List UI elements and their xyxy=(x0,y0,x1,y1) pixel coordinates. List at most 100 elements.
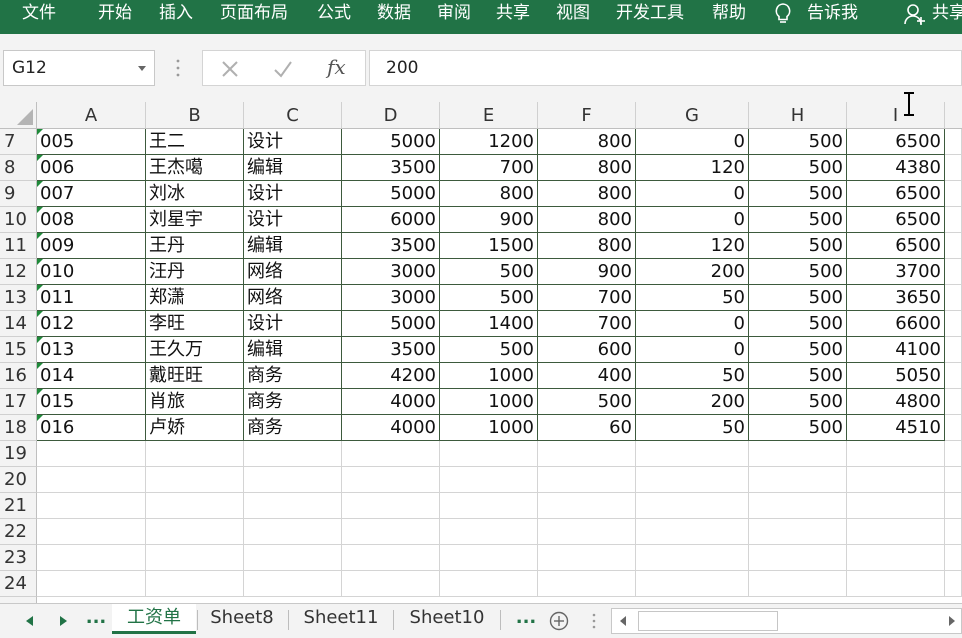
table-cell[interactable] xyxy=(945,337,962,363)
horizontal-scrollbar[interactable] xyxy=(611,608,962,634)
table-cell[interactable]: 500 xyxy=(749,285,847,311)
table-cell[interactable] xyxy=(945,467,962,493)
table-cell[interactable] xyxy=(847,519,945,545)
table-cell[interactable]: 3500 xyxy=(342,155,440,181)
table-cell[interactable]: 500 xyxy=(749,259,847,285)
table-cell[interactable]: 网络 xyxy=(244,259,342,285)
scroll-left-arrow-icon[interactable] xyxy=(619,616,627,626)
table-cell[interactable] xyxy=(945,389,962,415)
table-cell[interactable]: 800 xyxy=(440,181,538,207)
table-cell[interactable]: 编辑 xyxy=(244,233,342,259)
table-cell[interactable]: 设计 xyxy=(244,181,342,207)
table-cell[interactable]: 700 xyxy=(440,155,538,181)
insert-function-icon[interactable]: fx xyxy=(327,55,346,79)
table-cell[interactable] xyxy=(945,207,962,233)
table-cell[interactable] xyxy=(945,311,962,337)
table-cell[interactable]: 500 xyxy=(749,155,847,181)
table-cell[interactable]: 012 xyxy=(37,311,146,337)
table-cell[interactable]: 600 xyxy=(538,337,636,363)
table-cell[interactable]: 006 xyxy=(37,155,146,181)
row-header[interactable]: 15 xyxy=(0,337,37,363)
table-cell[interactable]: 0 xyxy=(636,207,749,233)
error-indicator-icon[interactable] xyxy=(37,415,43,421)
table-cell[interactable]: 设计 xyxy=(244,311,342,337)
table-cell[interactable]: 500 xyxy=(749,363,847,389)
row-header[interactable]: 21 xyxy=(0,493,37,519)
table-cell[interactable]: 011 xyxy=(37,285,146,311)
tab-view[interactable]: 视图 xyxy=(556,2,590,24)
column-header-j[interactable] xyxy=(945,102,962,129)
table-cell[interactable]: 设计 xyxy=(244,129,342,155)
tab-data[interactable]: 数据 xyxy=(377,2,411,24)
table-cell[interactable] xyxy=(37,441,146,467)
table-cell[interactable] xyxy=(945,519,962,545)
table-cell[interactable]: 400 xyxy=(538,363,636,389)
table-cell[interactable]: 王杰噶 xyxy=(146,155,244,181)
error-indicator-icon[interactable] xyxy=(37,233,43,239)
table-cell[interactable] xyxy=(342,441,440,467)
table-cell[interactable] xyxy=(440,571,538,597)
table-cell[interactable] xyxy=(146,519,244,545)
table-cell[interactable] xyxy=(342,467,440,493)
table-cell[interactable]: 120 xyxy=(636,155,749,181)
table-cell[interactable]: 1000 xyxy=(440,415,538,441)
row-header[interactable]: 7 xyxy=(0,129,37,155)
error-indicator-icon[interactable] xyxy=(37,129,43,135)
scroll-left-icon[interactable] xyxy=(22,613,36,629)
table-cell[interactable]: 4200 xyxy=(342,363,440,389)
table-cell[interactable] xyxy=(440,441,538,467)
table-cell[interactable]: 0 xyxy=(636,129,749,155)
tell-me-box[interactable]: 告诉我 xyxy=(807,2,858,24)
row-header[interactable]: 14 xyxy=(0,311,37,337)
table-cell[interactable] xyxy=(440,493,538,519)
row-header[interactable]: 9 xyxy=(0,181,37,207)
table-cell[interactable]: 4380 xyxy=(847,155,945,181)
row-header[interactable]: 20 xyxy=(0,467,37,493)
table-cell[interactable] xyxy=(847,467,945,493)
more-sheets-right[interactable]: ... xyxy=(514,604,538,634)
table-cell[interactable] xyxy=(146,467,244,493)
table-cell[interactable]: 500 xyxy=(440,259,538,285)
table-cell[interactable] xyxy=(749,493,847,519)
table-cell[interactable] xyxy=(636,467,749,493)
table-cell[interactable] xyxy=(440,519,538,545)
table-cell[interactable] xyxy=(342,519,440,545)
scrollbar-thumb[interactable] xyxy=(638,611,778,631)
tab-developer[interactable]: 开发工具 xyxy=(616,2,684,24)
tab-insert[interactable]: 插入 xyxy=(159,2,193,24)
table-cell[interactable] xyxy=(538,571,636,597)
table-cell[interactable]: 6500 xyxy=(847,181,945,207)
table-cell[interactable] xyxy=(538,467,636,493)
table-cell[interactable]: 郑潇 xyxy=(146,285,244,311)
row-header[interactable]: 23 xyxy=(0,545,37,571)
table-cell[interactable]: 500 xyxy=(749,207,847,233)
sheet-tab-sheet8[interactable]: Sheet8 xyxy=(198,604,286,634)
table-cell[interactable] xyxy=(749,571,847,597)
table-cell[interactable]: 4510 xyxy=(847,415,945,441)
table-cell[interactable]: 6500 xyxy=(847,207,945,233)
table-cell[interactable] xyxy=(749,467,847,493)
share-button[interactable]: 共享 xyxy=(932,2,962,24)
table-cell[interactable]: 50 xyxy=(636,363,749,389)
table-cell[interactable]: 50 xyxy=(636,285,749,311)
error-indicator-icon[interactable] xyxy=(37,155,43,161)
table-cell[interactable] xyxy=(244,441,342,467)
table-cell[interactable]: 500 xyxy=(749,129,847,155)
row-header[interactable]: 24 xyxy=(0,571,37,597)
table-cell[interactable] xyxy=(749,441,847,467)
table-cell[interactable]: 008 xyxy=(37,207,146,233)
column-header-i[interactable]: I xyxy=(847,102,945,129)
share-person-icon[interactable] xyxy=(904,2,926,26)
table-cell[interactable] xyxy=(945,259,962,285)
table-cell[interactable]: 013 xyxy=(37,337,146,363)
error-indicator-icon[interactable] xyxy=(37,207,43,213)
table-cell[interactable]: 700 xyxy=(538,311,636,337)
table-cell[interactable]: 5000 xyxy=(342,129,440,155)
table-cell[interactable]: 1200 xyxy=(440,129,538,155)
table-cell[interactable]: 1000 xyxy=(440,363,538,389)
scroll-right-arrow-icon[interactable] xyxy=(948,616,956,626)
table-cell[interactable] xyxy=(440,467,538,493)
enter-check-icon[interactable] xyxy=(273,60,293,78)
table-cell[interactable]: 1000 xyxy=(440,389,538,415)
table-cell[interactable]: 200 xyxy=(636,259,749,285)
